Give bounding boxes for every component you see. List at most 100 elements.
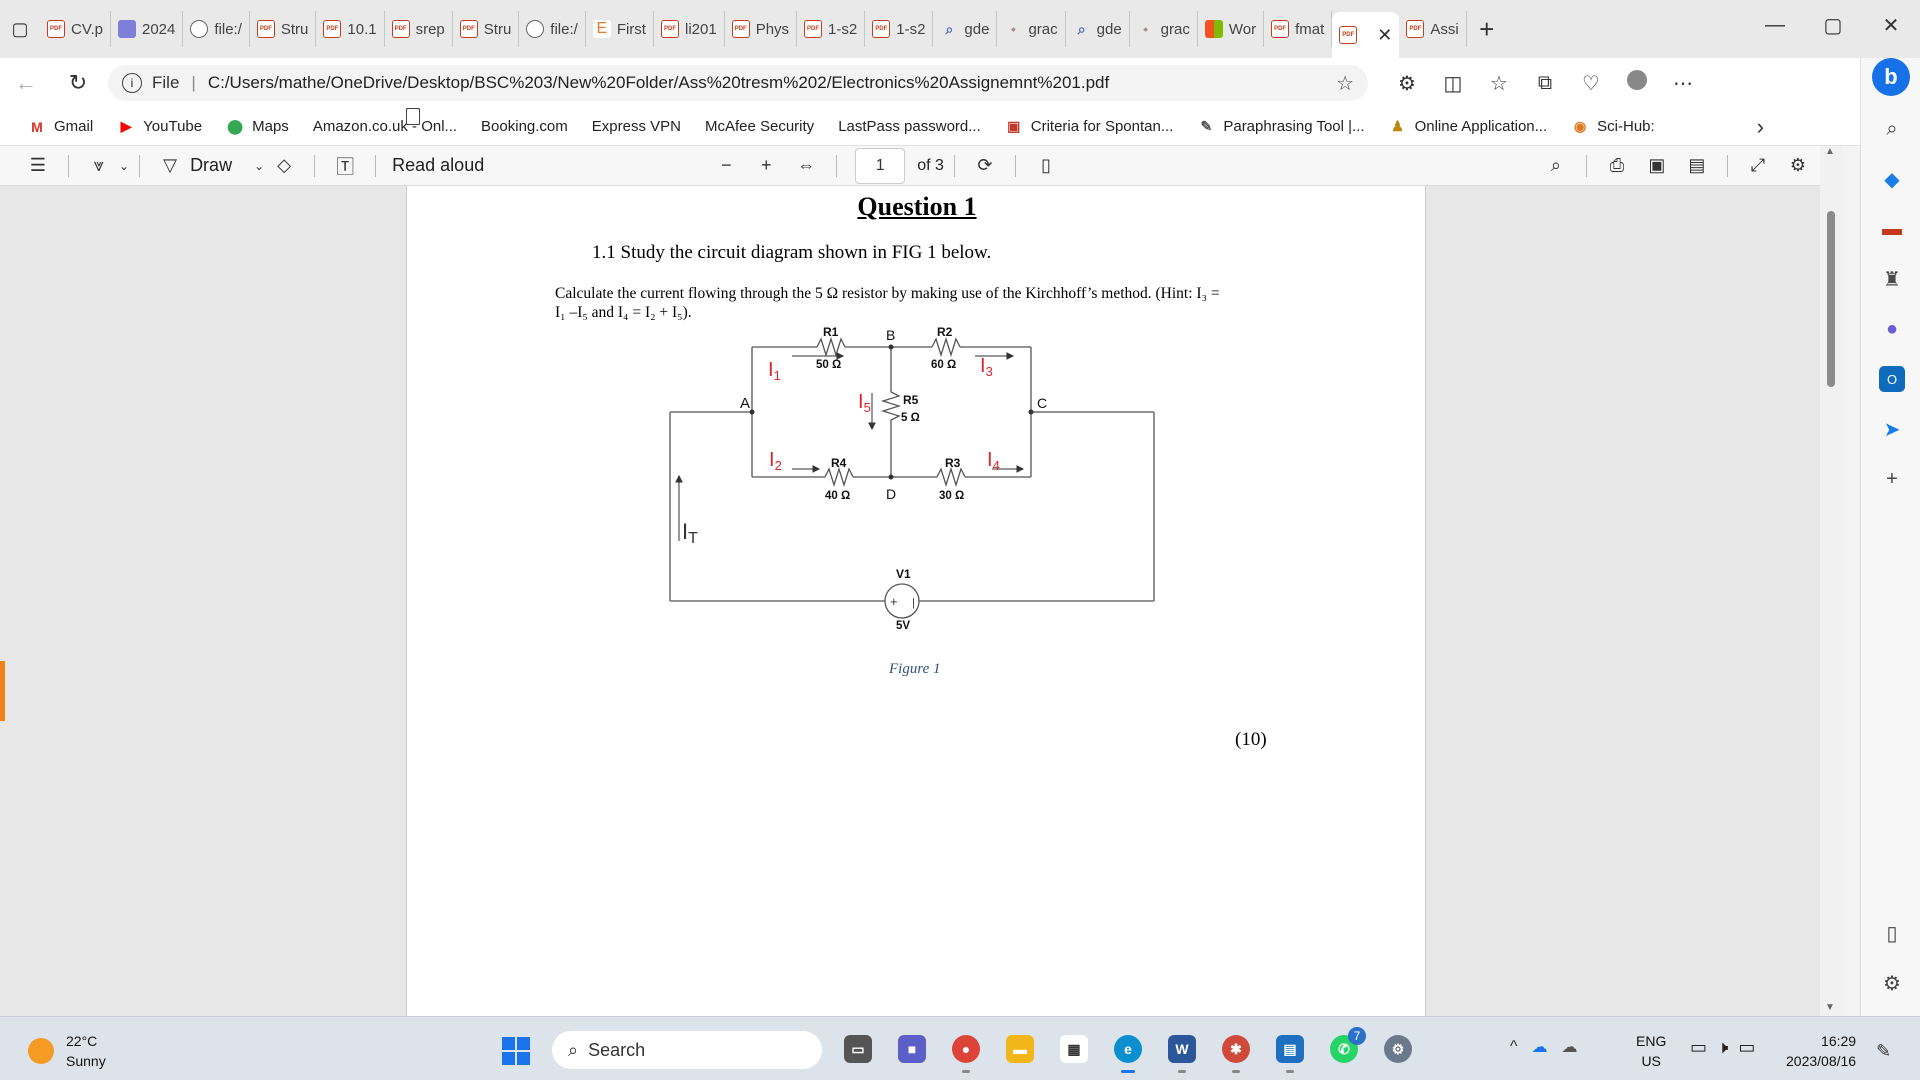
rotate-icon[interactable]: ⟳ xyxy=(965,155,1005,176)
whatsapp-icon[interactable]: ✆ 7 xyxy=(1324,1027,1366,1069)
drop-icon[interactable]: ➤ xyxy=(1879,416,1905,442)
fullscreen-icon[interactable]: ⤢ xyxy=(1738,155,1778,176)
more-menu-icon[interactable]: ⋯ xyxy=(1660,71,1706,96)
page-number-input[interactable]: 1 xyxy=(855,147,906,184)
outlook-icon[interactable]: O xyxy=(1879,366,1905,392)
onedrive-icon[interactable]: ☁ xyxy=(1532,1037,1548,1057)
tab[interactable]: PDF 1-s2 xyxy=(797,11,866,47)
tab[interactable]: PDF 10.1 xyxy=(316,11,385,47)
refresh-button[interactable]: ↻ xyxy=(52,58,104,108)
print-icon[interactable]: ⎙ xyxy=(1597,155,1637,176)
favorites-icon[interactable]: ☆ xyxy=(1476,71,1522,96)
chevron-down-icon[interactable]: ⌄ xyxy=(254,159,264,173)
pdf-reader-icon[interactable]: ✱ xyxy=(1216,1029,1256,1073)
language-indicator[interactable]: ENG US xyxy=(1636,1031,1666,1071)
collections-icon[interactable]: ⧉ xyxy=(1522,72,1568,95)
minimize-icon[interactable]: — xyxy=(1746,0,1804,50)
maximize-icon[interactable]: ▢ xyxy=(1804,0,1862,50)
bookmark-item[interactable]: ✎ Paraphrasing Tool |... xyxy=(1197,118,1364,135)
profile-icon[interactable] xyxy=(1614,70,1660,96)
shopping-icon[interactable]: ◆ xyxy=(1879,166,1905,192)
tab[interactable]: 2024 xyxy=(111,11,184,47)
start-button[interactable] xyxy=(502,1037,530,1065)
draw-button[interactable]: Draw xyxy=(190,155,232,176)
microsoft365-icon[interactable]: ● xyxy=(1879,316,1905,342)
tab[interactable]: ◎ file:/ xyxy=(183,11,250,47)
tab[interactable]: PDF li201 xyxy=(654,11,725,47)
search-icon[interactable]: ⌕ xyxy=(1879,116,1905,142)
save-icon[interactable]: ▣ xyxy=(1637,155,1677,176)
tab[interactable]: E First xyxy=(586,11,654,47)
games-icon[interactable]: ♜ xyxy=(1879,266,1905,292)
tab[interactable]: PDF srep xyxy=(385,11,453,47)
new-tab-button[interactable]: + xyxy=(1467,14,1507,45)
site-info-icon[interactable]: i xyxy=(122,73,142,93)
save-as-icon[interactable]: ▤ xyxy=(1677,155,1717,176)
tab[interactable]: ⬩ grac xyxy=(997,11,1066,47)
onedrive-personal-icon[interactable]: ☁ xyxy=(1562,1037,1578,1057)
extensions-icon[interactable]: ⚙ xyxy=(1384,71,1430,96)
meet-icon[interactable]: ■ xyxy=(892,1029,932,1069)
task-view-icon[interactable]: ▭ xyxy=(838,1029,878,1069)
scrollbar-thumb[interactable] xyxy=(1827,211,1835,387)
file-explorer-icon[interactable]: ▬ xyxy=(1000,1029,1040,1069)
edge-icon[interactable]: e xyxy=(1108,1029,1148,1073)
split-screen-icon[interactable]: ◫ xyxy=(1430,71,1476,96)
bookmark-item[interactable]: Booking.com xyxy=(406,108,568,135)
address-input[interactable]: i File | C:/Users/mathe/OneDrive/Desktop… xyxy=(108,65,1368,101)
tab[interactable]: PDF fmat xyxy=(1264,11,1333,47)
chevron-down-icon[interactable]: ⌄ xyxy=(119,159,129,173)
contents-icon[interactable]: ☰ xyxy=(18,155,58,176)
tab[interactable]: PDF Stru xyxy=(453,11,520,47)
back-button[interactable]: ← xyxy=(0,58,52,108)
tab[interactable]: PDF CV.p xyxy=(40,11,111,47)
vertical-scrollbar[interactable]: ▲ ▼ xyxy=(1820,146,1842,1016)
read-aloud-button[interactable]: Read aloud xyxy=(392,155,484,176)
clock[interactable]: 16:29 2023/08/16 xyxy=(1786,1031,1856,1071)
notifications-icon[interactable]: ✎ xyxy=(1876,1041,1891,1062)
settings-icon[interactable]: ⚙ xyxy=(1879,970,1905,996)
chrome-icon[interactable]: ● xyxy=(946,1029,986,1073)
quick-settings[interactable]: ▭ 🕨 ▭ xyxy=(1690,1037,1755,1058)
bookmark-item[interactable]: ◉ Sci-Hub: xyxy=(1571,118,1655,135)
bookmark-item[interactable]: Express VPN xyxy=(406,108,681,135)
workspaces-icon[interactable]: ▢ xyxy=(0,0,40,58)
scroll-up-icon[interactable]: ▲ xyxy=(1825,146,1835,157)
settings-icon[interactable]: ⚙ xyxy=(1778,155,1818,176)
calculator-icon[interactable]: ▤ xyxy=(1270,1029,1310,1073)
taskbar-search[interactable]: ⌕ Search xyxy=(552,1031,822,1069)
zoom-in-icon[interactable]: + xyxy=(746,155,786,176)
tab[interactable]: PDF Stru xyxy=(250,11,317,47)
bing-copilot-icon[interactable]: b xyxy=(1872,58,1910,96)
chevron-right-icon[interactable]: › xyxy=(1757,114,1764,140)
bookmark-item[interactable]: M Gmail xyxy=(28,118,93,135)
close-window-icon[interactable]: ✕ xyxy=(1862,0,1920,50)
add-icon[interactable]: + xyxy=(1879,466,1905,492)
settings-icon[interactable]: ⚙ xyxy=(1378,1029,1418,1069)
close-tab-icon[interactable]: ✕ xyxy=(1377,25,1392,46)
tab[interactable]: Wor xyxy=(1198,11,1265,47)
bookmark-item[interactable]: LastPass password... xyxy=(406,108,981,135)
favorite-star-icon[interactable]: ☆ xyxy=(1336,71,1354,96)
eraser-icon[interactable]: ◇ xyxy=(264,155,304,176)
store-icon[interactable]: ▦ xyxy=(1054,1029,1094,1069)
bookmark-item[interactable]: ⬤ Maps xyxy=(226,118,289,135)
tools-icon[interactable]: ▬ xyxy=(1879,216,1905,242)
search-icon[interactable]: ⌕ xyxy=(1536,155,1576,176)
sidebar-toggle-icon[interactable]: ▯ xyxy=(1879,920,1905,946)
text-box-icon[interactable]: 🅃 xyxy=(325,153,365,179)
chevron-up-icon[interactable]: ^ xyxy=(1510,1038,1518,1056)
fit-width-icon[interactable]: ⇔ xyxy=(786,155,826,176)
page-view-icon[interactable]: ▯ xyxy=(1026,155,1066,176)
tab[interactable]: ⌕ gde xyxy=(933,11,998,47)
weather-widget[interactable]: 22°C Sunny xyxy=(28,1031,106,1071)
tab[interactable]: ⬩ grac xyxy=(1130,11,1198,47)
zoom-out-icon[interactable]: − xyxy=(706,155,746,176)
bookmark-item[interactable]: ▶ YouTube xyxy=(117,118,202,135)
tab[interactable]: PDF Assi xyxy=(1399,11,1467,47)
tab[interactable]: PDF 1-s2 xyxy=(865,11,934,47)
tab[interactable]: PDF Phys xyxy=(725,11,798,47)
browser-essentials-icon[interactable]: ♡ xyxy=(1568,71,1614,96)
tab-active[interactable]: PDF ✕ xyxy=(1332,12,1400,58)
bookmark-item[interactable]: Amazon.co.uk - Onl... xyxy=(313,108,457,135)
